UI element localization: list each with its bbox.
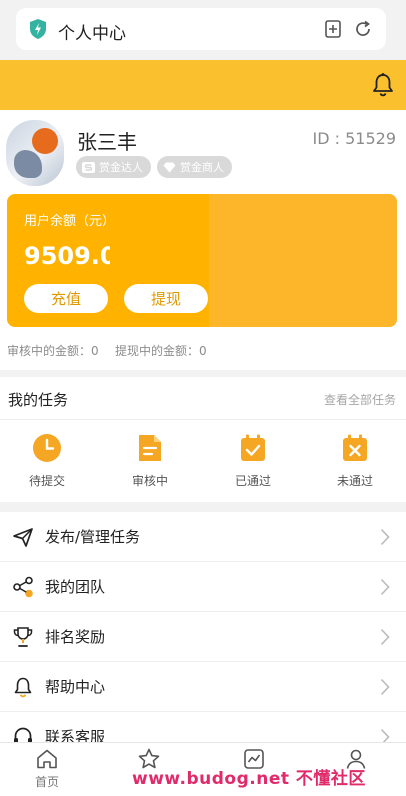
badge-bounty-merchant: 赏金商人 (157, 156, 232, 178)
menu-item-help-center[interactable]: 帮助中心 (0, 662, 406, 712)
clock-icon (33, 434, 61, 462)
task-in-review[interactable]: 审核中 (110, 433, 190, 489)
user-id: ID : 51529 (312, 129, 397, 148)
bell-icon (14, 677, 32, 698)
badge-label: 赏金达人 (99, 161, 143, 174)
address-bar[interactable]: 个人中心 (16, 8, 386, 50)
refresh-icon[interactable] (353, 19, 373, 39)
task-label: 未通过 (336, 474, 373, 488)
task-rejected[interactable]: 未通过 (315, 433, 395, 489)
s-logo-icon (82, 161, 95, 173)
menu-item-publish-tasks[interactable]: 发布/管理任务 (0, 512, 406, 562)
chevron-right-icon (380, 528, 390, 546)
chevron-right-icon (380, 728, 390, 742)
task-label: 待提交 (28, 474, 65, 488)
badge-label: 赏金商人 (180, 161, 224, 174)
headset-icon (14, 727, 32, 742)
withdraw-amount-text: 提现中的金额：0 (115, 344, 207, 358)
task-label: 已通过 (234, 474, 271, 488)
balance-card: 用户余额（元） 9509.00 充值 提现 (7, 194, 397, 327)
home-icon (37, 749, 57, 769)
menu-label: 我的团队 (45, 578, 106, 596)
badge-bounty-expert: 赏金达人 (76, 156, 151, 178)
menu-item-ranking-rewards[interactable]: 排名奖励 (0, 612, 406, 662)
chevron-right-icon (380, 628, 390, 646)
balance-label: 用户余额（元） (24, 214, 116, 229)
trophy-icon (13, 627, 33, 647)
bookmark-add-icon[interactable] (323, 19, 343, 39)
page-title: 个人中心 (58, 24, 126, 44)
menu-item-my-team[interactable]: 我的团队 (0, 562, 406, 612)
balance-amount: 9509.00 (24, 242, 110, 270)
tasks-title: 我的任务 (8, 391, 69, 409)
header-bar (0, 60, 406, 110)
watermark-text: www.budog.net 不懂社区 (132, 769, 366, 789)
avatar[interactable] (6, 120, 64, 186)
browser-bar: 个人中心 (0, 0, 406, 60)
paper-plane-icon (13, 528, 33, 547)
menu-list: 发布/管理任务 我的团队 排名奖励 帮助中心 联系客服 (0, 512, 406, 742)
withdraw-button[interactable]: 提现 (124, 284, 208, 313)
task-approved[interactable]: 已通过 (213, 433, 293, 489)
my-tasks-section: 我的任务 查看全部任务 待提交 审核中 已通过 未通过 (0, 377, 406, 502)
view-all-tasks-link[interactable]: 查看全部任务 (324, 391, 396, 408)
profile-section: 张三丰 ID : 51529 赏金达人 赏金商人 用户余额（元） 9509.00… (0, 110, 406, 370)
recharge-button[interactable]: 充值 (24, 284, 108, 313)
menu-label: 排名奖励 (45, 628, 106, 646)
task-to-submit[interactable]: 待提交 (7, 433, 87, 489)
shield-icon (30, 19, 46, 39)
calendar-check-icon (241, 434, 265, 461)
chevron-right-icon (380, 578, 390, 596)
calendar-x-icon (343, 434, 367, 461)
menu-label: 发布/管理任务 (45, 528, 141, 546)
menu-item-contact-support[interactable]: 联系客服 (0, 712, 406, 742)
review-amount-text: 审核中的金额：0 (7, 344, 99, 358)
menu-label: 联系客服 (45, 728, 106, 742)
tab-home[interactable]: 首页 (17, 747, 77, 790)
task-label: 审核中 (131, 474, 168, 488)
diamond-icon (163, 162, 176, 172)
menu-label: 帮助中心 (45, 678, 106, 696)
user-name: 张三丰 (77, 130, 137, 154)
notification-bell-icon[interactable] (370, 72, 396, 98)
document-icon (139, 435, 161, 461)
share-icon (13, 576, 33, 598)
chevron-right-icon (380, 678, 390, 696)
tab-label: 首页 (34, 775, 59, 789)
